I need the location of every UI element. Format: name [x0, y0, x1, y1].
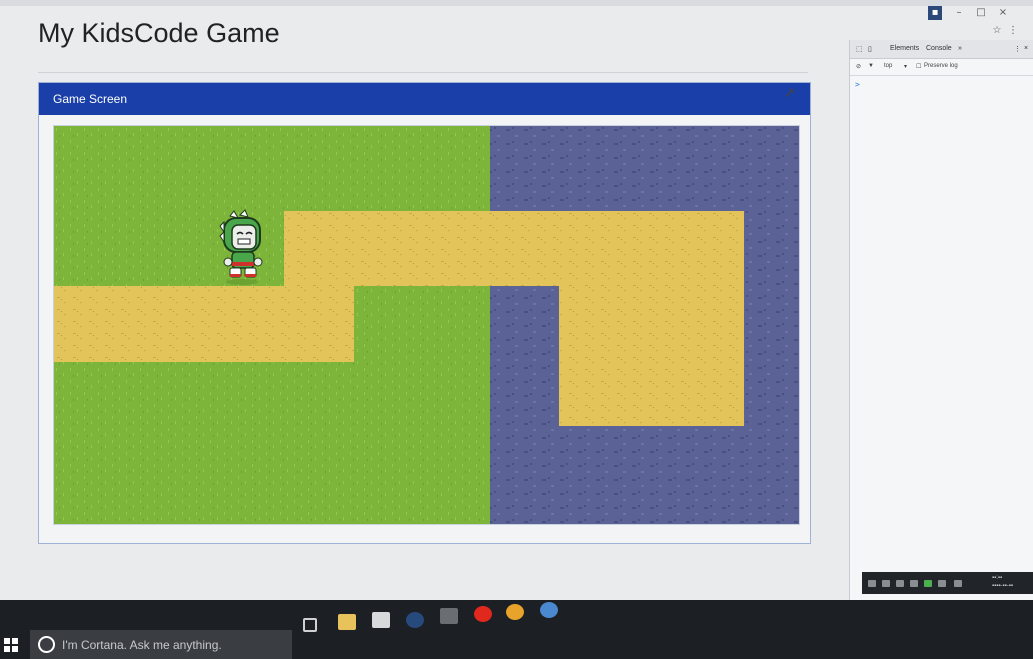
inspect-icon[interactable]: ⬚	[856, 45, 863, 53]
console-prompt[interactable]: >	[855, 80, 860, 89]
close-icon[interactable]: ×	[996, 6, 1010, 20]
app-icon[interactable]	[440, 608, 458, 624]
tab-elements[interactable]: Elements	[890, 45, 919, 52]
file-explorer-icon[interactable]	[338, 614, 356, 630]
context-dropdown-icon[interactable]: ▾	[904, 63, 907, 70]
system-tray: ▪▪:▪▪ ▪▪▪▪-▪▪-▪▪	[862, 572, 1033, 594]
devtools-close-icon[interactable]: ×	[1024, 45, 1028, 52]
task-view-icon[interactable]	[303, 618, 317, 632]
cortana-placeholder: I'm Cortana. Ask me anything.	[62, 638, 222, 652]
devtools-panel: ⬚ ▯ Elements Console » ⋮ × ⊘ ▼ top ▾ ☐ P…	[849, 40, 1033, 600]
preserve-log-checkbox[interactable]: ☐	[916, 63, 921, 70]
cortana-search[interactable]: I'm Cortana. Ask me anything.	[30, 630, 292, 659]
tray-clock[interactable]: ▪▪:▪▪ ▪▪▪▪-▪▪-▪▪	[992, 574, 1013, 590]
user-icon[interactable]: ▪	[928, 6, 942, 20]
filter-icon[interactable]: ▼	[868, 63, 874, 69]
taskbar: I'm Cortana. Ask me anything.	[0, 600, 1033, 659]
tray-app-icon[interactable]	[924, 580, 932, 587]
mouse-cursor-icon: ➚	[784, 85, 796, 101]
page-title: My KidsCode Game	[38, 18, 280, 48]
tab-console[interactable]: Console	[926, 45, 952, 52]
devtools-menu-icon[interactable]: ⋮	[1014, 45, 1021, 53]
windows-start-icon[interactable]	[4, 638, 18, 652]
volume-icon[interactable]	[910, 580, 918, 587]
game-screen[interactable]	[53, 125, 800, 525]
console-toolbar: ⊘ ▼ top ▾ ☐ Preserve log	[850, 59, 1033, 76]
battery-icon[interactable]	[896, 580, 904, 587]
tray-up-icon[interactable]	[868, 580, 876, 587]
app-blue-icon[interactable]	[540, 602, 558, 618]
browser-top-edge	[0, 0, 1033, 6]
context-select[interactable]: top	[884, 63, 892, 69]
cortana-icon	[38, 636, 55, 653]
devtools-tabbar: ⬚ ▯ Elements Console » ⋮ ×	[850, 40, 1033, 59]
action-center-icon[interactable]	[938, 580, 946, 587]
menu-icon[interactable]: ⋮	[1006, 24, 1020, 38]
game-panel: Game Screen	[38, 82, 811, 544]
opera-icon[interactable]	[474, 606, 492, 622]
title-divider	[38, 72, 808, 73]
panel-header-label: Game Screen	[53, 92, 128, 106]
device-icon[interactable]: ▯	[868, 45, 872, 53]
star-icon[interactable]: ☆	[990, 24, 1004, 38]
steam-icon[interactable]	[406, 612, 424, 628]
minimize-icon[interactable]: –	[952, 6, 966, 20]
maximize-icon[interactable]: □	[974, 6, 988, 20]
store-icon[interactable]	[372, 612, 390, 628]
clear-console-icon[interactable]: ⊘	[856, 63, 861, 70]
keyboard-icon[interactable]	[954, 580, 962, 587]
panel-header: Game Screen	[39, 83, 810, 115]
network-icon[interactable]	[882, 580, 890, 587]
chrome-icon[interactable]	[506, 604, 524, 620]
more-tabs-icon[interactable]: »	[958, 45, 962, 52]
preserve-log-label: Preserve log	[924, 63, 958, 69]
monitor-screen: ▪ – □ × ☆ ⋮ My KidsCode Game Game Screen	[0, 0, 1033, 600]
game-canvas[interactable]	[54, 126, 799, 524]
